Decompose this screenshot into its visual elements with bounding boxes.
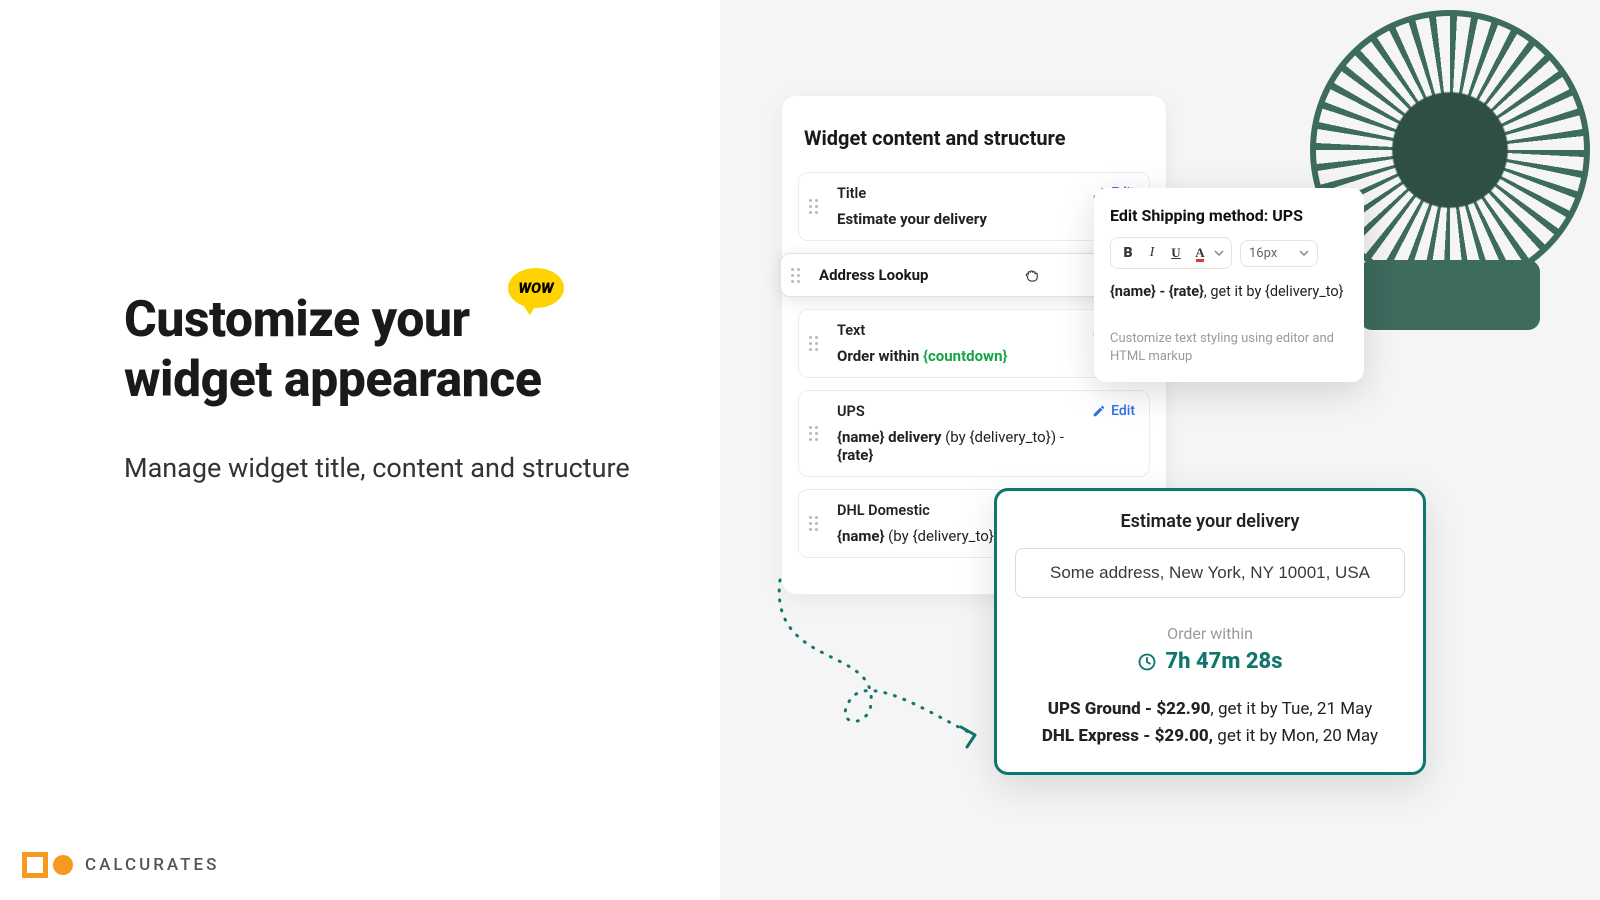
brand-logo: CALCURATES	[22, 852, 219, 878]
chevron-down-icon[interactable]	[1213, 242, 1225, 264]
chevron-down-icon	[1299, 248, 1309, 258]
rate-line-ups: UPS Ground - $22.90, get it by Tue, 21 M…	[1015, 696, 1405, 723]
block-content: {name} delivery (by {delivery_to}) - {ra…	[837, 428, 1082, 464]
drag-handle-icon[interactable]	[809, 336, 827, 351]
editor-body[interactable]: {name} - {rate}, get it by {delivery_to}	[1110, 281, 1348, 302]
grab-cursor-icon	[1023, 266, 1041, 284]
editor-popover: Edit Shipping method: UPS B I U A 16px {…	[1094, 188, 1364, 382]
editor-toolbar: B I U A 16px	[1110, 237, 1348, 269]
address-input[interactable]	[1015, 548, 1405, 598]
block-label: Address Lookup	[819, 266, 928, 284]
order-within-label: Order within	[1015, 624, 1405, 643]
rate-line-dhl: DHL Express - $29.00, get it by Mon, 20 …	[1015, 723, 1405, 750]
edit-button[interactable]: Edit	[1092, 403, 1135, 419]
drag-handle-icon[interactable]	[791, 268, 809, 283]
underline-button[interactable]: U	[1165, 242, 1187, 264]
block-ups[interactable]: UPS {name} delivery (by {delivery_to}) -…	[798, 390, 1150, 477]
countdown-value: 7h 47m 28s	[1165, 649, 1282, 674]
clock-icon	[1137, 652, 1157, 672]
block-label: Text	[837, 322, 1082, 339]
editor-help-text: Customize text styling using editor and …	[1110, 330, 1348, 366]
bold-button[interactable]: B	[1117, 242, 1139, 264]
hero-title: Customize your widget appearance	[124, 290, 684, 410]
drag-handle-icon[interactable]	[809, 426, 827, 441]
italic-button[interactable]: I	[1141, 242, 1163, 264]
block-label: UPS	[837, 403, 1082, 420]
pencil-icon	[1092, 404, 1106, 418]
block-content: Order within {countdown}	[837, 347, 1082, 365]
hero-subtitle: Manage widget title, content and structu…	[124, 450, 684, 488]
brand-name: CALCURATES	[85, 855, 219, 875]
brand-circle-icon	[53, 855, 73, 875]
font-size-select[interactable]: 16px	[1240, 240, 1318, 267]
editor-title: Edit Shipping method: UPS	[1110, 206, 1348, 225]
text-color-button[interactable]: A	[1189, 242, 1211, 264]
preview-title: Estimate your delivery	[1015, 511, 1405, 532]
block-label: Title	[837, 185, 1082, 202]
brand-square-icon	[22, 852, 48, 878]
block-content: Estimate your delivery	[837, 210, 1082, 228]
preview-widget: Estimate your delivery Order within 7h 4…	[994, 488, 1426, 775]
drag-handle-icon[interactable]	[809, 516, 827, 531]
drag-handle-icon[interactable]	[809, 199, 827, 214]
widget-card-title: Widget content and structure	[804, 126, 1150, 150]
